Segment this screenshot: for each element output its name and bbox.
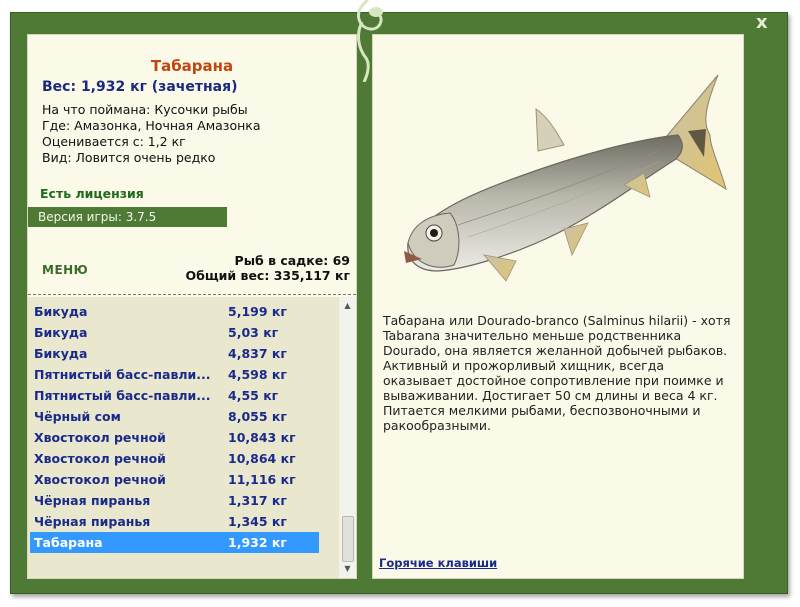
hotkeys-link[interactable]: Горячие клавиши: [379, 556, 497, 570]
catch-fish-name: Табарана: [34, 535, 103, 550]
keepnet-total-weight: Общий вес: 335,117 кг: [185, 268, 351, 283]
menu-button[interactable]: МЕНЮ: [42, 263, 88, 277]
catch-list-row[interactable]: Бикуда 5,199 кг: [28, 301, 339, 322]
catch-list-row[interactable]: Чёрная пиранья 1,345 кг: [28, 511, 339, 532]
catch-fish-name: Бикуда: [34, 325, 88, 340]
catch-fish-name: Пятнистый басс-павли...: [34, 367, 211, 382]
fish-info-panel: Табарана Вес: 1,932 кг (зачетная) На что…: [27, 34, 357, 579]
catch-list-row[interactable]: Хвостокол речной 10,843 кг: [28, 427, 339, 448]
keepnet-summary: Рыб в садке: 69 Общий вес: 335,117 кг: [186, 253, 351, 283]
catch-list-row[interactable]: Табарана 1,932 кг: [30, 532, 319, 553]
catch-list-row[interactable]: Чёрный сом 8,055 кг: [28, 406, 339, 427]
catch-list-row[interactable]: Пятнистый басс-павли... 4,598 кг: [28, 364, 339, 385]
catch-fish-weight: 4,837 кг: [228, 346, 287, 361]
catch-fish-weight: 4,55 кг: [228, 388, 279, 403]
location-info: Где: Амазонка, Ночная Амазонка: [42, 118, 261, 133]
catch-fish-weight: 4,598 кг: [228, 367, 287, 382]
catch-list-row[interactable]: Хвостокол речной 10,864 кг: [28, 448, 339, 469]
catch-fish-weight: 1,317 кг: [228, 493, 287, 508]
catch-fish-name: Чёрная пиранья: [34, 493, 151, 508]
scroll-down-arrow-icon[interactable]: ▼: [339, 562, 356, 576]
bait-info: На что поймана: Кусочки рыбы: [42, 102, 248, 117]
catch-fish-name: Чёрная пиранья: [34, 514, 151, 529]
fish-name-title: Табарана: [150, 57, 234, 75]
catch-fish-weight: 5,03 кг: [228, 325, 279, 340]
catch-fish-name: Бикуда: [34, 304, 88, 319]
catch-fish-weight: 11,116 кг: [228, 472, 296, 487]
catch-list: Бикуда 5,199 кг Бикуда 5,03 кг Бикуда 4,837 к…: [28, 301, 339, 553]
fish-description-panel: Табарана или Dourado-branco (Salminus hi…: [372, 34, 744, 579]
catch-fish-weight: 1,345 кг: [228, 514, 287, 529]
catch-fish-name: Бикуда: [34, 346, 88, 361]
catch-list-row[interactable]: Хвостокол речной 11,116 кг: [28, 469, 339, 490]
catch-list-row[interactable]: Чёрная пиранья 1,317 кг: [28, 490, 339, 511]
catch-fish-weight: 10,843 кг: [228, 430, 296, 445]
catch-fish-name: Чёрный сом: [34, 409, 121, 424]
catch-fish-name: Пятнистый басс-павли...: [34, 388, 211, 403]
game-version-bar: Версия игры: 3.7.5: [28, 207, 227, 227]
catch-list-area: Бикуда 5,199 кг Бикуда 5,03 кг Бикуда 4,837 к…: [28, 297, 356, 578]
fish-weight: Вес: 1,932 кг (зачетная): [42, 79, 238, 95]
list-scrollbar[interactable]: ▲ ▼: [339, 297, 356, 578]
scroll-up-arrow-icon[interactable]: ▲: [339, 299, 356, 313]
catch-fish-weight: 5,199 кг: [228, 304, 287, 319]
catch-fish-weight: 1,932 кг: [228, 535, 287, 550]
valuation-info: Оценивается с: 1,2 кг: [42, 134, 186, 149]
catch-fish-name: Хвостокол речной: [34, 472, 166, 487]
close-button[interactable]: x: [756, 14, 768, 32]
rarity-info: Вид: Ловится очень редко: [42, 150, 216, 165]
catch-fish-weight: 8,055 кг: [228, 409, 287, 424]
fish-image: [404, 74, 727, 282]
keepnet-count: Рыб в садке: 69: [234, 253, 350, 268]
catch-fish-name: Хвостокол речной: [34, 451, 166, 466]
divider: [28, 294, 356, 295]
catch-fish-name: Хвостокол речной: [34, 430, 166, 445]
catch-list-row[interactable]: Пятнистый басс-павли... 4,55 кг: [28, 385, 339, 406]
catch-list-row[interactable]: Бикуда 5,03 кг: [28, 322, 339, 343]
fish-description: Табарана или Dourado-branco (Salminus hi…: [383, 313, 731, 433]
scroll-thumb[interactable]: [342, 516, 354, 562]
license-status: Есть лицензия: [40, 186, 144, 201]
catch-list-row[interactable]: Бикуда 4,837 кг: [28, 343, 339, 364]
catch-fish-weight: 10,864 кг: [228, 451, 296, 466]
